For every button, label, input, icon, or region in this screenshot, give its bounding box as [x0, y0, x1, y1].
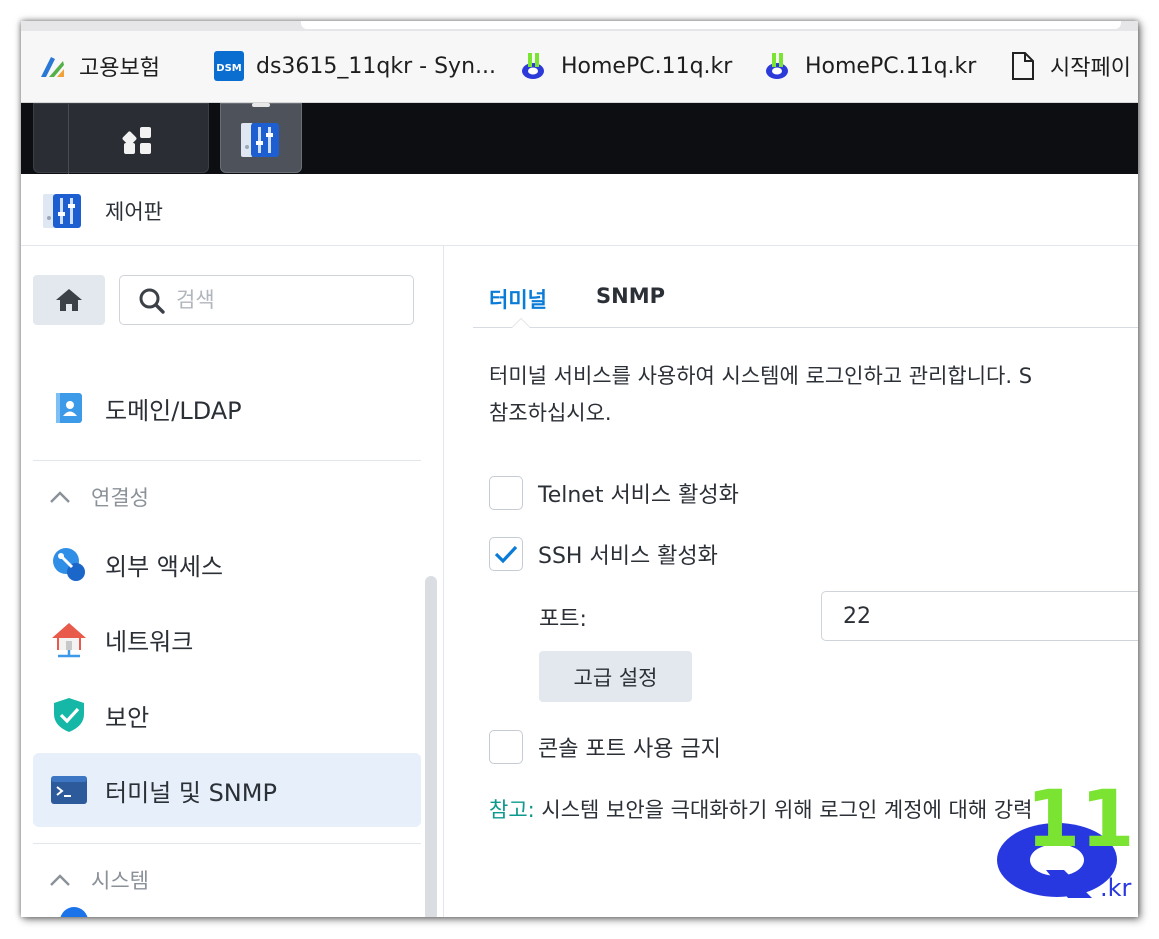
description-line: 참조하십시오.: [489, 401, 612, 425]
ssh-label: SSH 서비스 활성화: [538, 544, 718, 569]
sidebar-scrollbar[interactable]: [425, 576, 437, 917]
search-box: [119, 275, 414, 325]
tab-bar: 터미널 SNMP: [473, 276, 1138, 328]
window-title: 제어판: [105, 200, 163, 224]
shield-icon: [47, 693, 91, 737]
sidebar-item-domain-ldap[interactable]: 도메인/LDAP: [33, 371, 421, 445]
main-menu-button[interactable]: [33, 103, 209, 174]
note-label: 참고:: [489, 798, 535, 822]
control-panel-icon: [241, 123, 279, 157]
sidebar-group-connectivity[interactable]: 연결성: [33, 477, 149, 517]
sidebar-item-network[interactable]: 네트워크: [33, 602, 421, 676]
bookmark-label: 고용보험: [79, 56, 160, 81]
search-input[interactable]: [176, 276, 406, 324]
bookmark-homepc-1[interactable]: HomePC.11q.kr: [519, 49, 732, 83]
bookmark-label: 시작페이: [1050, 56, 1131, 81]
sidebar-item-terminal-snmp[interactable]: 터미널 및 SNMP: [33, 753, 421, 827]
tab-terminal[interactable]: 터미널: [489, 284, 547, 314]
search-icon: [139, 288, 165, 314]
domain-ldap-icon: [47, 386, 91, 430]
telnet-option[interactable]: Telnet 서비스 활성화: [489, 476, 739, 510]
bookmark-label: ds3615_11qkr - Syn...: [256, 53, 496, 79]
sidebar-group-label: 연결성: [91, 486, 149, 510]
tab-snmp[interactable]: SNMP: [596, 284, 665, 308]
network-home-icon: [47, 617, 91, 661]
sidebar-item-label: 도메인/LDAP: [105, 396, 242, 425]
console-label: 콘솔 포트 사용 금지: [538, 737, 721, 762]
ssh-option[interactable]: SSH 서비스 활성화: [489, 537, 718, 571]
bookmark-employment-insurance[interactable]: 고용보험: [37, 49, 160, 83]
page-icon: [1008, 51, 1038, 81]
chevron-up-icon: [49, 868, 77, 892]
sidebar-group-system[interactable]: 시스템: [33, 860, 149, 900]
11q-logo-icon: [519, 51, 549, 81]
bookmark-homepc-2[interactable]: HomePC.11q.kr: [763, 49, 976, 83]
dsm-badge-text: DSM: [216, 63, 242, 74]
port-input[interactable]: [821, 591, 1138, 641]
sidebar-item-label: 보안: [105, 703, 150, 732]
sidebar-item-security[interactable]: 보안: [33, 678, 421, 752]
sidebar-item-label: 터미널 및 SNMP: [105, 778, 277, 807]
bookmarks-bar: 고용보험 DSM ds3615_11qkr - Syn... HomePC.11…: [21, 21, 1138, 103]
bookmark-label: HomePC.11q.kr: [561, 53, 733, 79]
sidebar-item-label: 네트워크: [105, 627, 194, 656]
description-line: 터미널 서비스를 사용하여 시스템에 로그인하고 관리합니다. S: [489, 364, 1033, 388]
telnet-label: Telnet 서비스 활성화: [538, 483, 739, 508]
dsm-taskbar: [21, 103, 1138, 174]
dsm-icon: DSM: [214, 51, 244, 81]
console-option[interactable]: 콘솔 포트 사용 금지: [489, 730, 721, 764]
bookmark-label: HomePC.11q.kr: [805, 53, 977, 79]
telnet-checkbox[interactable]: [489, 476, 523, 510]
watermark-suffix: .kr: [1100, 874, 1132, 902]
ei-logo-icon: [37, 51, 67, 81]
control-panel-icon: [43, 194, 81, 228]
terminal-icon: [47, 768, 91, 812]
note-text: 시스템 보안을 극대화하기 위해 로그인 계정에 대해 강력: [534, 798, 1033, 822]
checkmark-icon: [494, 545, 518, 564]
app-frame: 고용보험 DSM ds3615_11qkr - Syn... HomePC.11…: [21, 21, 1138, 917]
sidebar-group-label: 시스템: [91, 869, 149, 893]
tab-active-caret: [511, 318, 531, 328]
advanced-settings-button[interactable]: 고급 설정: [539, 651, 692, 702]
window-titlebar: 제어판: [21, 174, 1138, 246]
sidebar-item-external-access[interactable]: 외부 액세스: [33, 527, 421, 601]
security-note: 참고: 시스템 보안을 극대화하기 위해 로그인 계정에 대해 강력: [489, 794, 1032, 824]
sidebar-divider: [33, 843, 421, 844]
terminal-description: 터미널 서비스를 사용하여 시스템에 로그인하고 관리합니다. S 참조하십시오…: [489, 358, 1138, 432]
11q-watermark-logo: 11 .kr: [997, 780, 1135, 902]
chevron-up-icon: [49, 485, 77, 509]
address-bar[interactable]: [301, 21, 1121, 29]
sidebar: 도메인/LDAP 연결성 외부 액세스 네트워크 보안: [21, 246, 444, 917]
home-button[interactable]: [33, 275, 105, 325]
bookmark-ds3615[interactable]: DSM ds3615_11qkr - Syn...: [214, 49, 496, 83]
11q-logo-icon: [763, 51, 793, 81]
info-center-icon: [60, 907, 88, 917]
taskbar-separator: [68, 104, 69, 174]
port-label: 포트:: [539, 607, 587, 632]
taskbar-control-panel-button[interactable]: [220, 103, 302, 173]
console-checkbox[interactable]: [489, 730, 523, 764]
app-grid-icon: [122, 127, 151, 154]
sidebar-item-label: 외부 액세스: [105, 552, 224, 581]
address-bar-strip: [21, 21, 1138, 31]
home-icon: [56, 289, 82, 311]
watermark-text: 11: [1026, 780, 1135, 865]
sidebar-divider: [33, 460, 421, 461]
ssh-checkbox[interactable]: [489, 537, 523, 571]
external-access-icon: [47, 542, 91, 586]
bookmark-start-page[interactable]: 시작페이: [1008, 49, 1131, 83]
active-indicator: [252, 103, 270, 107]
